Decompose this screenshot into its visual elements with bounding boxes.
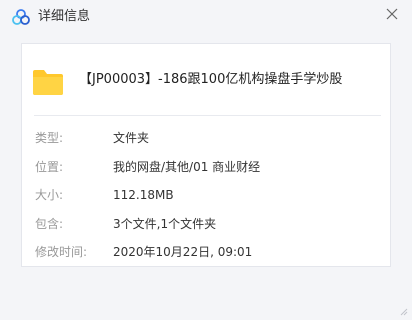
detail-row-type: 类型: 文件夹 [35, 129, 380, 147]
detail-row-size: 大小: 112.18MB [35, 186, 380, 204]
detail-value: 3个文件,1个文件夹 [113, 217, 217, 231]
detail-value: 2020年10月22日, 09:01 [113, 245, 253, 259]
detail-row-contains: 包含: 3个文件,1个文件夹 [35, 215, 380, 233]
folder-icon [33, 70, 63, 95]
file-name: 【JP00003】-186跟100亿机构操盘手学炒股 [79, 72, 343, 87]
detail-label: 位置: [35, 160, 64, 174]
window-title: 详细信息 [38, 9, 91, 24]
close-icon[interactable] [384, 6, 400, 22]
cloud-logo-icon [12, 9, 30, 25]
title-bar: 详细信息 [0, 0, 412, 34]
detail-value: 文件夹 [113, 131, 150, 145]
details-window: 详细信息 【JP00003】-186跟100亿机构操盘手学炒股 类型: 文件夹 … [0, 0, 412, 320]
detail-value: 112.18MB [113, 188, 174, 202]
detail-label: 包含: [35, 217, 64, 231]
divider [34, 115, 381, 116]
detail-label: 类型: [35, 131, 64, 145]
detail-label: 大小: [35, 188, 64, 202]
details-card: 【JP00003】-186跟100亿机构操盘手学炒股 类型: 文件夹 位置: 我… [21, 43, 391, 267]
detail-label: 修改时间: [35, 245, 88, 259]
resize-grip-icon[interactable] [398, 306, 408, 316]
detail-row-modified: 修改时间: 2020年10月22日, 09:01 [35, 243, 380, 261]
detail-value: 我的网盘/其他/01 商业财经 [113, 160, 261, 174]
detail-row-location: 位置: 我的网盘/其他/01 商业财经 [35, 158, 380, 176]
